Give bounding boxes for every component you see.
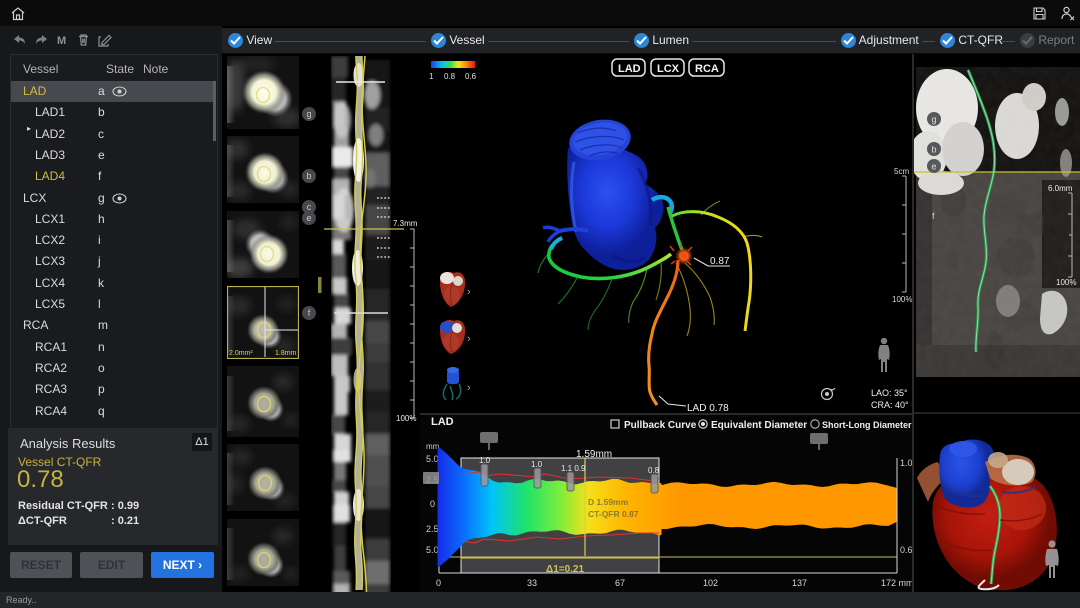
svg-text:1.59mm: 1.59mm bbox=[576, 449, 612, 460]
svg-text:0.8: 0.8 bbox=[648, 466, 660, 475]
svg-text:172 mm: 172 mm bbox=[881, 578, 912, 588]
svg-text:Δ1=0.21: Δ1=0.21 bbox=[546, 564, 584, 575]
svg-text:100%: 100% bbox=[1056, 278, 1076, 287]
svg-text:M: M bbox=[57, 35, 66, 47]
svg-text:0: 0 bbox=[436, 578, 441, 588]
svg-text:1.0: 1.0 bbox=[531, 460, 543, 469]
svg-text:0.8: 0.8 bbox=[444, 72, 456, 81]
svg-text:›: › bbox=[467, 382, 471, 394]
svg-text:7.3mm: 7.3mm bbox=[393, 219, 418, 228]
svg-text:Pullback Curve: Pullback Curve bbox=[624, 420, 697, 431]
svg-text:102: 102 bbox=[703, 578, 718, 588]
svg-text:CRA: 40°: CRA: 40° bbox=[871, 400, 909, 410]
svg-text:0.87: 0.87 bbox=[710, 256, 730, 267]
svg-text:2.5: 2.5 bbox=[426, 524, 439, 534]
svg-text:LAD: LAD bbox=[618, 63, 641, 75]
svg-text:0.6: 0.6 bbox=[465, 72, 477, 81]
svg-text:1.8mm: 1.8mm bbox=[275, 350, 297, 357]
svg-text:2.0mm²: 2.0mm² bbox=[229, 350, 253, 357]
svg-text:100%: 100% bbox=[396, 414, 416, 423]
svg-text:e: e bbox=[932, 162, 937, 172]
svg-text:33: 33 bbox=[527, 578, 537, 588]
svg-text:›: › bbox=[467, 286, 471, 298]
svg-text:137: 137 bbox=[792, 578, 807, 588]
svg-text:67: 67 bbox=[615, 578, 625, 588]
svg-text:Short-Long Diameter: Short-Long Diameter bbox=[822, 420, 912, 430]
svg-text:LAD: LAD bbox=[431, 416, 454, 428]
svg-text:6.0mm: 6.0mm bbox=[1048, 184, 1073, 193]
svg-text:LAO: 35°: LAO: 35° bbox=[871, 388, 908, 398]
svg-text:1.0: 1.0 bbox=[479, 456, 491, 465]
svg-text:100%: 100% bbox=[892, 295, 912, 304]
svg-text:RCA: RCA bbox=[695, 63, 719, 75]
svg-text:LAD 0.78: LAD 0.78 bbox=[687, 403, 729, 413]
svg-text:LCX: LCX bbox=[657, 63, 680, 75]
svg-text:D 1.59mm: D 1.59mm bbox=[588, 497, 629, 507]
svg-text:Equivalent Diameter: Equivalent Diameter bbox=[711, 420, 807, 431]
svg-text:0: 0 bbox=[430, 499, 435, 509]
svg-text:b: b bbox=[932, 145, 937, 155]
svg-text:5.0: 5.0 bbox=[426, 545, 439, 555]
svg-text:0.6: 0.6 bbox=[900, 545, 912, 555]
svg-text:CT-QFR 0.87: CT-QFR 0.87 bbox=[588, 509, 639, 519]
svg-text:›: › bbox=[467, 333, 471, 345]
svg-text:5cm: 5cm bbox=[894, 167, 909, 176]
svg-text:1: 1 bbox=[429, 72, 434, 81]
svg-text:1.1 0.9: 1.1 0.9 bbox=[561, 464, 586, 473]
svg-text:5.0: 5.0 bbox=[426, 454, 439, 464]
svg-text:g: g bbox=[932, 115, 937, 125]
svg-text:1.0: 1.0 bbox=[900, 458, 912, 468]
